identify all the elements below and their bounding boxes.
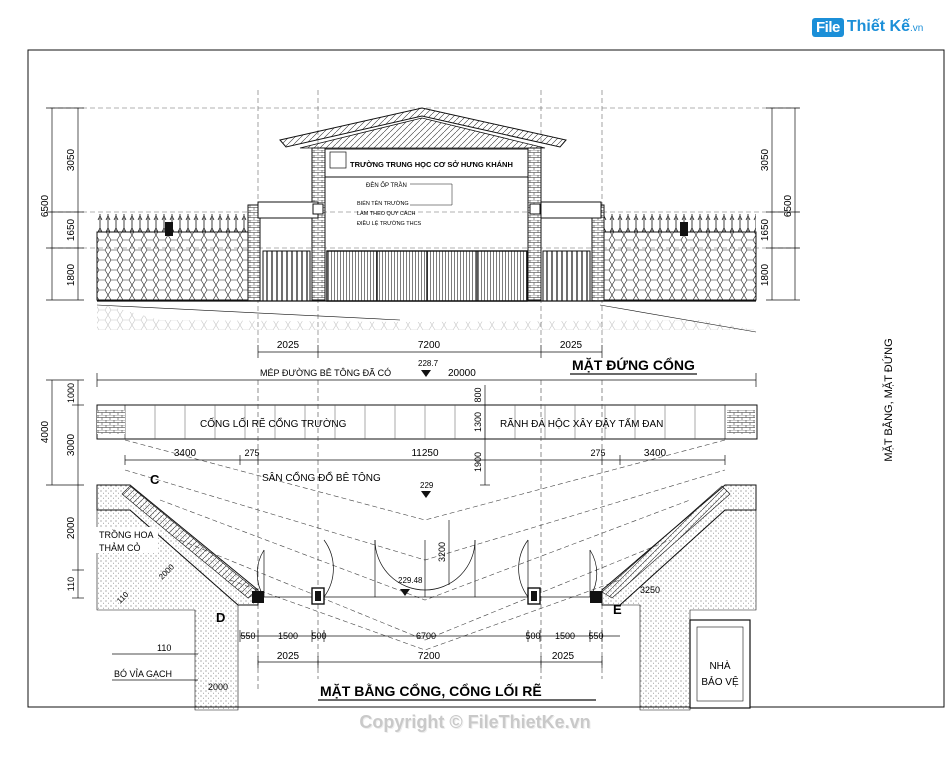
note-school-sign: BIỂN TÊN TRƯỜNG (357, 199, 409, 207)
plan-bottom-dim-right: 2025 (552, 651, 575, 662)
plan-title: MẶT BẰNG CỔNG, CỔNG LỐI RẼ (320, 682, 542, 699)
plan-bottom-dim-left: 2025 (277, 651, 300, 662)
elev-bottom-dim-centre: 7200 (418, 340, 441, 351)
elev-bottom-dim-left: 2025 (277, 340, 300, 351)
guard-house-1: NHÀ (709, 659, 730, 672)
curb-dim: 110 (157, 643, 171, 653)
level-road: 228.7 (418, 359, 439, 368)
plan-left-dim-2000: 2000 (66, 516, 77, 539)
label-e: E (613, 602, 622, 617)
plan-left-dim-3000: 3000 (66, 433, 77, 456)
elev-right-dim-3: 1800 (760, 263, 771, 286)
dim-800: 800 (473, 387, 483, 402)
dim-2000-bottom: 2000 (208, 682, 228, 692)
side-title: MẶT BẰNG, MẶT ĐỨNG (882, 338, 895, 461)
dim-row-3400-right: 3400 (644, 448, 667, 459)
guard-house-2: BẢO VỆ (701, 675, 739, 688)
gate-dim-550-left: 550 (240, 631, 255, 641)
dim-row-11250: 11250 (411, 448, 439, 459)
elevation-title: MẶT ĐỨNG CỔNG (572, 356, 695, 373)
ditch-label: RÃNH ĐÁ HỘC XÂY ĐẬY TẤM ĐAN (500, 417, 663, 430)
plan-left-dim-4000: 4000 (40, 420, 51, 443)
level-yard: 229 (420, 481, 434, 490)
dim-1900: 1900 (473, 452, 483, 472)
label-c: C (150, 472, 160, 487)
gate-dim-550-right: 550 (588, 631, 603, 641)
note-regulation: ĐIỀU LỆ TRƯỜNG THCS (357, 219, 422, 227)
grass-label: THẢM CỎ (99, 542, 141, 553)
note-ceiling-light: ĐÈN ỐP TRẦN (366, 182, 407, 189)
elev-right-dim-2: 1650 (760, 218, 771, 241)
gate-dim-1500-left: 1500 (278, 631, 298, 641)
plan-bottom-dim-centre: 7200 (418, 651, 441, 662)
elev-left-dim-3: 1800 (66, 263, 77, 286)
note-spec: LÀM THEO QUY CÁCH (357, 210, 416, 217)
elev-left-dim-2: 1650 (66, 218, 77, 241)
dim-row-275-left: 275 (244, 448, 259, 458)
gate-dim-500-left: 500 (311, 631, 326, 641)
flower-label: TRỒNG HOA (99, 529, 154, 540)
road-edge-label: MÉP ĐƯỜNG BÊ TÔNG ĐÃ CÓ (260, 368, 391, 378)
total-width: 20000 (448, 368, 476, 379)
plan-left-dim-110: 110 (66, 577, 76, 591)
copyright-watermark: Copyright © FileThietKe.vn (359, 712, 591, 732)
gate-dim-6700: 6700 (416, 631, 436, 641)
dim-row-275-right: 275 (590, 448, 605, 458)
dim-1300: 1300 (473, 412, 483, 432)
elev-bottom-dim-right: 2025 (560, 340, 583, 351)
dim-3200: 3200 (437, 542, 447, 562)
gate-dim-1500-right: 1500 (555, 631, 575, 641)
elevation-view: TRƯỜNG TRUNG HỌC CƠ SỞ HƯNG KHÁNH ĐÈN ỐP… (40, 90, 800, 375)
yard-label: SÂN CỔNG ĐỔ BÊ TÔNG (262, 471, 381, 484)
sign-school-name: TRƯỜNG TRUNG HỌC CƠ SỞ HƯNG KHÁNH (350, 160, 513, 169)
dim-3250: 3250 (640, 585, 660, 595)
drawing-sheet: TRƯỜNG TRUNG HỌC CƠ SỞ HƯNG KHÁNH ĐÈN ỐP… (27, 49, 945, 711)
elev-right-dim-1: 3050 (760, 148, 771, 171)
label-d: D (216, 610, 225, 625)
level-gate: 229.48 (398, 576, 423, 585)
dim-row-3400-left: 3400 (174, 448, 197, 459)
plan-left-dim-1000: 1000 (66, 383, 76, 403)
elev-right-dim-total: 6500 (783, 194, 794, 217)
gate-dim-500-right: 500 (525, 631, 540, 641)
drain-label: CỐNG LỐI RẼ CỔNG TRƯỜNG (200, 416, 347, 430)
curb-label: BÓ VỈA GẠCH (114, 668, 172, 679)
elev-left-dim-1: 3050 (66, 148, 77, 171)
plan-view: MÉP ĐƯỜNG BÊ TÔNG ĐÃ CÓ 228.7 20000 CỐNG… (40, 359, 758, 711)
elev-left-dim-total: 6500 (40, 194, 51, 217)
